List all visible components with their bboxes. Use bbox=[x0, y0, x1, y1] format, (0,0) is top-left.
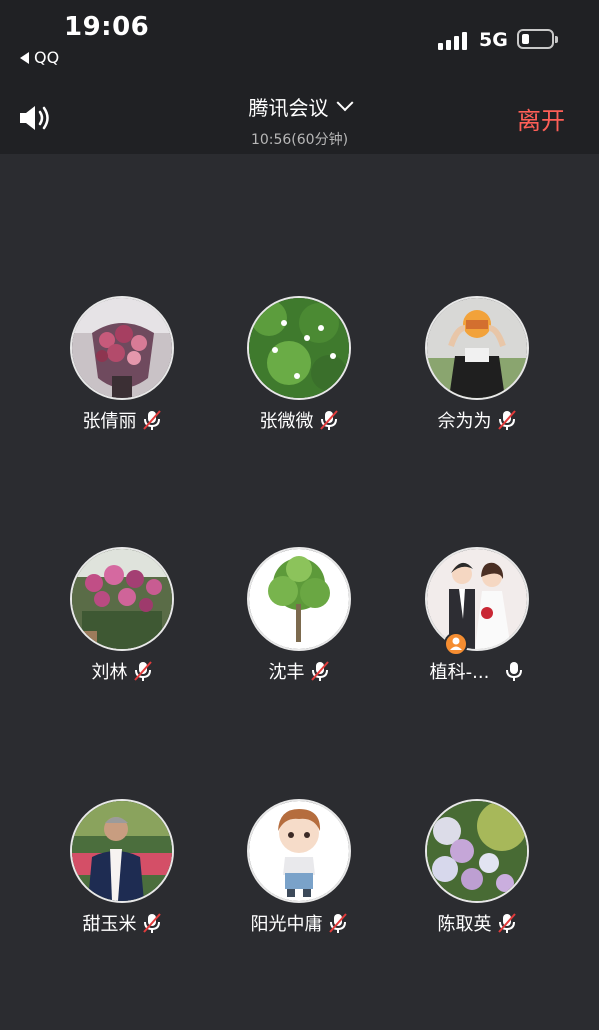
participant-tile[interactable]: 甜玉米 bbox=[47, 799, 197, 935]
participant-name: 陈取英 bbox=[437, 914, 492, 935]
avatar bbox=[247, 547, 351, 651]
avatar bbox=[70, 296, 174, 400]
participant-name: 阳光中庸 bbox=[250, 914, 323, 935]
host-icon bbox=[444, 632, 468, 656]
meeting-time: 10:56(60分钟) bbox=[250, 132, 349, 148]
battery-icon bbox=[517, 29, 558, 49]
participant-name: 沈丰 bbox=[268, 662, 305, 683]
mic-muted-icon bbox=[133, 661, 152, 681]
avatar bbox=[425, 296, 529, 400]
participant-name: 植科-... bbox=[429, 662, 490, 683]
participant-name: 张微微 bbox=[259, 411, 314, 432]
back-to-app-link[interactable]: QQ bbox=[20, 48, 59, 67]
participant-tile[interactable]: 沈丰 bbox=[224, 547, 374, 683]
participant-name: 刘林 bbox=[91, 662, 128, 683]
avatar bbox=[425, 547, 529, 651]
mic-muted-icon bbox=[497, 410, 516, 430]
avatar bbox=[247, 799, 351, 903]
meeting-title-dropdown[interactable]: 腾讯会议 bbox=[248, 92, 353, 121]
chevron-down-icon bbox=[336, 93, 353, 111]
mic-icon bbox=[506, 662, 523, 681]
mic-muted-icon bbox=[142, 410, 161, 430]
participant-tile[interactable]: 陈取英 bbox=[402, 799, 552, 935]
avatar bbox=[247, 296, 351, 400]
status-bar: 19:06 QQ 5G bbox=[0, 0, 599, 80]
participant-name: 佘为为 bbox=[437, 411, 492, 432]
avatar bbox=[70, 799, 174, 903]
participant-tile[interactable]: 植科-... bbox=[402, 547, 552, 683]
avatar bbox=[425, 799, 529, 903]
meeting-title: 腾讯会议 bbox=[248, 96, 329, 120]
signal-icon bbox=[438, 30, 467, 50]
mic-muted-icon bbox=[497, 913, 516, 933]
participant-tile[interactable]: 刘林 bbox=[47, 547, 197, 683]
participant-name: 甜玉米 bbox=[82, 914, 137, 935]
back-app-label: QQ bbox=[34, 48, 60, 67]
clock: 19:06 bbox=[64, 12, 150, 42]
back-arrow-icon bbox=[20, 51, 29, 64]
meeting-header: 腾讯会议 10:56(60分钟) 离开 bbox=[0, 80, 599, 154]
participant-name: 张倩丽 bbox=[82, 411, 137, 432]
mic-muted-icon bbox=[328, 913, 347, 933]
participant-tile[interactable]: 张微微 bbox=[224, 296, 374, 432]
participant-tile[interactable]: 张倩丽 bbox=[47, 296, 197, 432]
participant-tile[interactable]: 佘为为 bbox=[402, 296, 552, 432]
mic-muted-icon bbox=[319, 410, 338, 430]
mic-muted-icon bbox=[142, 913, 161, 933]
avatar bbox=[70, 547, 174, 651]
leave-button[interactable]: 离开 bbox=[517, 101, 565, 136]
mic-muted-icon bbox=[310, 661, 329, 681]
participant-tile[interactable]: 阳光中庸 bbox=[224, 799, 374, 935]
network-type: 5G bbox=[479, 29, 508, 51]
